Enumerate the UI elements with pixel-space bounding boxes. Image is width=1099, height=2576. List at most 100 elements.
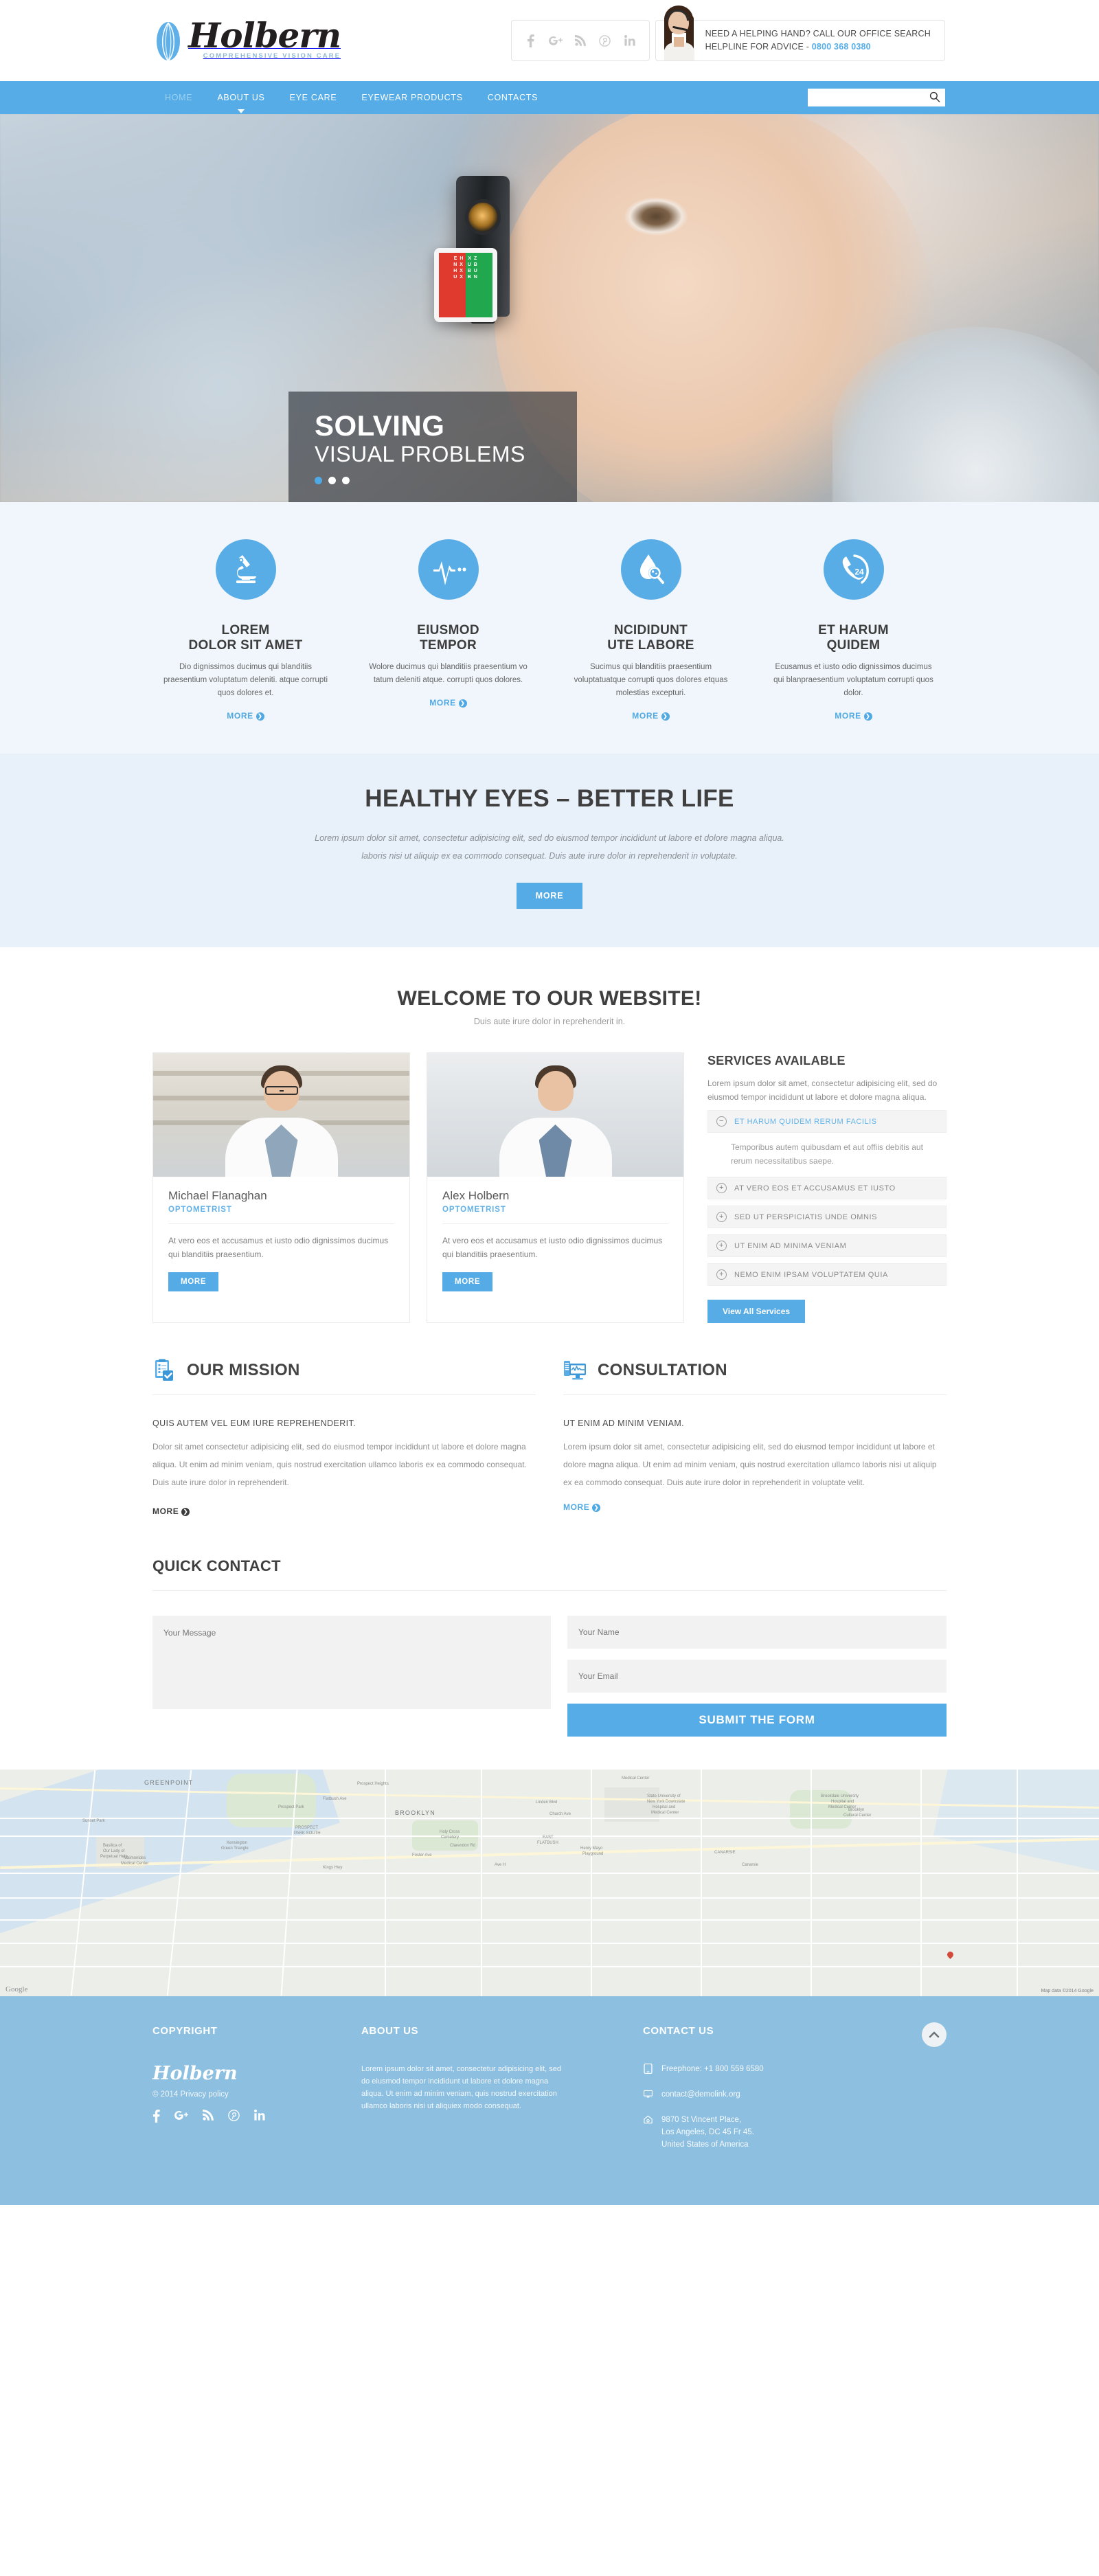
plus-icon: + [716,1241,727,1251]
service-more-4[interactable]: MORE ❯ [835,711,872,721]
helpline-box: NEED A HELPING HAND? CALL OUR OFFICE SEA… [655,5,945,61]
rss-icon[interactable] [203,2110,214,2126]
accordion-header-4[interactable]: + UT ENIM AD MINIMA VENIAM [707,1234,947,1257]
linkedin-icon[interactable] [623,35,637,46]
footer-email[interactable]: contact@demolink.org [661,2088,740,2101]
back-to-top-button[interactable] [922,2022,947,2047]
service-title-1a: LOREM [221,623,270,637]
map-label: CANARSIE [714,1851,736,1855]
map-label: Hospital and [653,1805,676,1809]
minus-icon: − [716,1116,727,1127]
submit-form-button[interactable]: SUBMIT THE FORM [567,1704,947,1737]
service-title-4b: QUIDEM [826,638,881,653]
map-label: PARK SOUTH [294,1831,321,1835]
search-input[interactable] [808,89,945,106]
google-plus-icon[interactable] [548,35,563,46]
facebook-icon[interactable] [524,34,538,47]
hero-dot-3[interactable] [342,477,350,484]
accordion-item-1: − ET HARUM QUIDEM RERUM FACILIS Temporib… [707,1110,947,1171]
banner-more-button[interactable]: MORE [516,883,583,909]
service-title-1b: DOLOR SIT AMET [188,638,303,653]
footer-phone[interactable]: Freephone: +1 800 559 6580 [661,2063,764,2075]
map-label: Hospital and [831,1800,854,1804]
services-available-title: SERVICES AVAILABLE [707,1054,846,1067]
map-label: Sunset Park [82,1819,105,1823]
name-input[interactable] [567,1616,947,1649]
map-label: Holy Cross [440,1830,460,1834]
service-more-1[interactable]: MORE ❯ [227,711,264,721]
map-road [0,1897,1099,1899]
hero-dot-1[interactable] [315,477,322,484]
service-card-3: NCIDIDUNT UTE LABORE Sucimus qui blanditi… [550,539,752,722]
service-more-3[interactable]: MORE ❯ [632,711,670,721]
service-title-3a: NCIDIDUNT [613,623,688,637]
map-label: Cemetery [441,1835,460,1840]
healthy-eyes-banner: HEALTHY EYES – BETTER LIFE Lorem ipsum d… [0,754,1099,947]
footer-privacy-line[interactable]: © 2014 Privacy policy [152,2090,324,2099]
mission-more-link[interactable]: MORE ❯ [152,1506,190,1516]
mobile-phone-icon [643,2063,653,2075]
plus-icon: + [716,1183,727,1193]
map-label: Flatbush Ave [323,1797,347,1801]
location-map[interactable]: Google Map data ©2014 Google GREENPOINT M… [0,1770,1099,1996]
site-header: Holbern COMPREHENSIVE VISION CARE NEED A… [0,0,1099,81]
map-label: Ave H [495,1863,506,1867]
map-label: Prospect Heights [357,1782,389,1786]
nav-item-eyewear-products[interactable]: EYEWEAR PRODUCTS [349,81,475,114]
map-label: Perpetual Help [100,1855,128,1859]
map-label: Brooklyn [848,1808,865,1812]
main-menu: HOME ABOUT US EYE CARE EYEWEAR PRODUCTS … [144,81,550,114]
pinterest-icon[interactable] [598,34,612,47]
service-text-4: Ecusamus et iusto odio dignissimos ducim… [773,663,933,697]
team-role-2: OPTOMETRIST [442,1206,506,1214]
welcome-title: WELCOME TO OUR WEBSITE! [397,987,702,1010]
service-more-2[interactable]: MORE ❯ [429,698,467,708]
team-more-button-1[interactable]: MORE [168,1272,219,1291]
map-label: Brookdale University [821,1794,859,1798]
search-button[interactable] [927,91,942,104]
nav-item-home[interactable]: HOME [152,81,205,114]
accordion-header-2[interactable]: + AT VERO EOS ET ACCUSAMUS ET IUSTO [707,1177,947,1199]
team-more-button-2[interactable]: MORE [442,1272,493,1291]
accordion-item-3: + SED UT PERSPICIATIS UNDE OMNIS [707,1206,947,1228]
hero-slider: E H X ZN X U BH X B UU X B N SOLVING VIS… [0,114,1099,502]
consultation-text: Lorem ipsum dolor sit amet, consectetur … [563,1442,937,1487]
view-all-services-button[interactable]: View All Services [707,1300,806,1323]
footer-copyright-col: COPYRIGHT Holbern © 2014 Privacy policy [152,2025,324,2164]
consultation-more-link[interactable]: MORE ❯ [563,1502,601,1512]
accordion-label-5: NEMO ENIM IPSAM VOLUPTATEM QUIA [734,1270,888,1279]
map-label: Cultural Center [843,1814,872,1818]
accordion-item-5: + NEMO ENIM IPSAM VOLUPTATEM QUIA [707,1263,947,1286]
accordion-header-1[interactable]: − ET HARUM QUIDEM RERUM FACILIS [707,1110,947,1133]
accordion-header-3[interactable]: + SED UT PERSPICIATIS UNDE OMNIS [707,1206,947,1228]
logo-leaf-icon [152,21,184,63]
site-logo[interactable]: Holbern COMPREHENSIVE VISION CARE [144,18,341,63]
nav-item-contacts[interactable]: CONTACTS [475,81,550,114]
map-label: Medical Center [622,1776,650,1781]
accordion-body-1: Temporibus autem quibusdam et aut offiis… [731,1142,923,1166]
team-name-1: Michael Flanaghan [168,1189,267,1202]
email-input[interactable] [567,1660,947,1693]
quick-contact-title: QUICK CONTACT [152,1557,281,1574]
chevron-down-icon [237,109,245,113]
nav-item-eye-care[interactable]: EYE CARE [277,81,350,114]
facebook-icon[interactable] [152,2110,160,2126]
divider [152,1394,536,1395]
phone-24h-icon: 24 [823,539,884,600]
helpline-phone[interactable]: 0800 368 0380 [812,42,871,52]
nav-item-about-us[interactable]: ABOUT US [205,81,277,114]
rss-icon[interactable] [574,35,587,46]
message-textarea[interactable] [152,1616,551,1709]
mission-title: OUR MISSION [187,1361,300,1379]
accordion-header-5[interactable]: + NEMO ENIM IPSAM VOLUPTATEM QUIA [707,1263,947,1286]
banner-line-1: Lorem ipsum dolor sit amet, consectetur … [315,833,784,843]
mission-subtitle: QUIS AUTEM VEL EUM IURE REPREHENDERIT. [152,1419,356,1428]
linkedin-icon[interactable] [254,2110,265,2126]
google-plus-icon[interactable] [174,2110,188,2126]
map-label: Our Lady of [103,1849,125,1853]
footer-phone-row: Freephone: +1 800 559 6580 [643,2063,849,2075]
pinterest-icon[interactable] [228,2110,240,2126]
map-park-prospect [227,1774,316,1827]
hero-dot-2[interactable] [328,477,336,484]
google-logo: Google [5,1985,28,1993]
